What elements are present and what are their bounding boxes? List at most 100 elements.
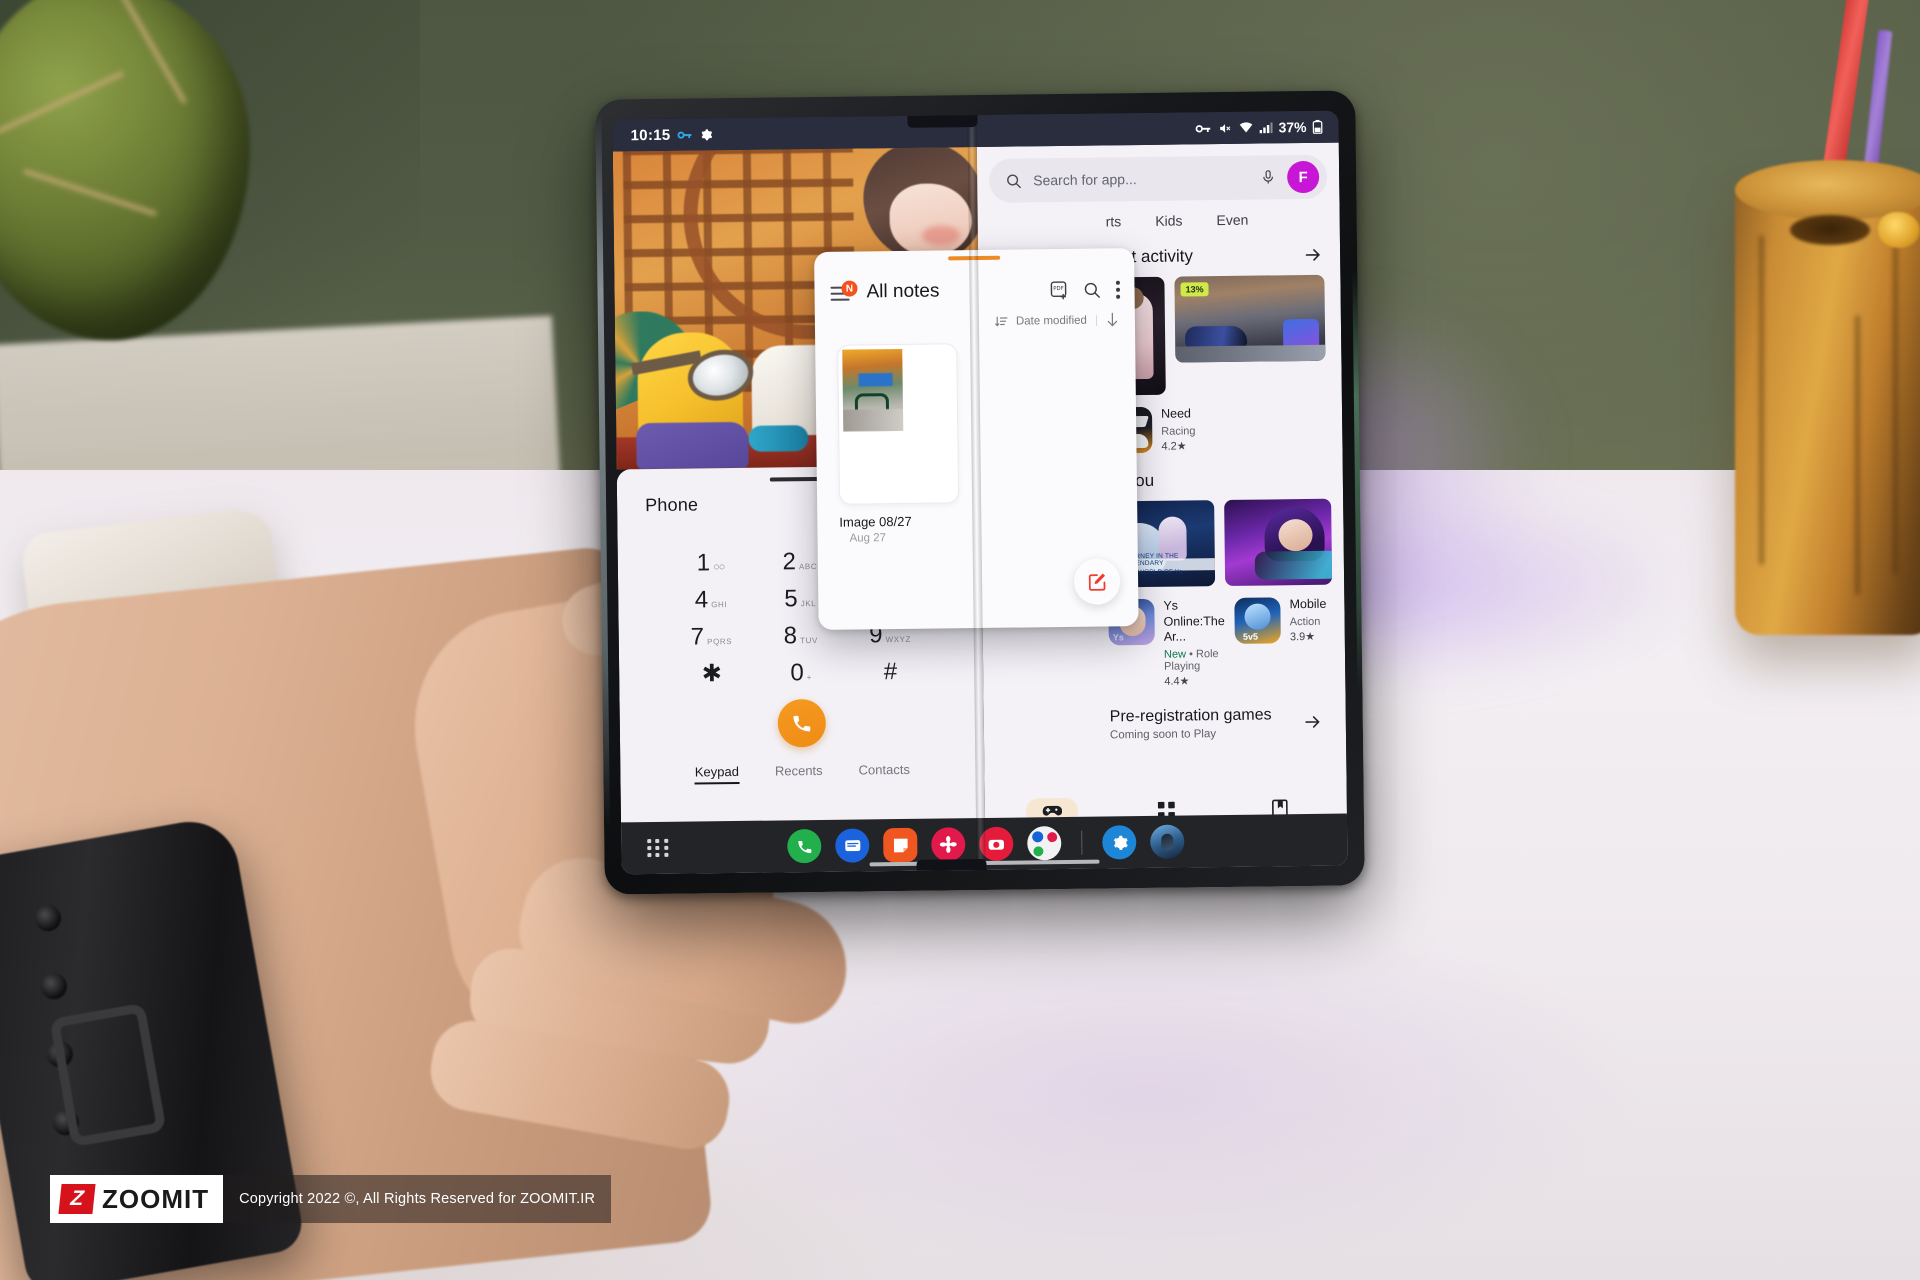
camera-app-icon[interactable] (979, 826, 1014, 862)
call-button[interactable] (777, 698, 827, 748)
overflow-menu-icon[interactable] (1115, 280, 1121, 299)
search-placeholder: Search for app... (1033, 171, 1137, 189)
character-face (889, 183, 973, 257)
mute-icon (1217, 121, 1232, 134)
microphone-icon[interactable] (1260, 168, 1276, 186)
app-rating-value: 4.2 (1161, 440, 1177, 453)
phone-screen[interactable]: 10:15 37% Phone 1 ○○ 2 ABC 4 GHI 5 JKL 7… (612, 110, 1348, 875)
notes-floating-window[interactable]: N All notes PDF Date modified | Image 08… (814, 248, 1139, 630)
dial-key-letters: PQRS (707, 637, 733, 647)
dial-key[interactable]: # (846, 658, 936, 685)
notes-sort-control[interactable]: Date modified | (815, 300, 1135, 331)
wifi-icon (1238, 122, 1253, 134)
blue-rolls-prop (748, 425, 809, 452)
pen-holder-hole (1790, 215, 1870, 245)
phone-app-icon[interactable] (787, 828, 822, 864)
gold-ornament (1878, 212, 1920, 248)
taskbar-apps (787, 824, 1185, 864)
app-rating: 3.9★ (1289, 630, 1316, 643)
dial-key[interactable]: 0 + (756, 659, 846, 686)
vpn-key-icon (1195, 123, 1211, 134)
battery-percent: 37% (1278, 118, 1307, 136)
app-name: Need (1160, 406, 1192, 421)
dial-key-letters: TUV (800, 635, 818, 646)
compose-note-icon[interactable] (1073, 558, 1121, 605)
app-rating-value: 4.4 (1164, 675, 1180, 688)
app-category: New • Role Playing (1163, 647, 1219, 673)
minion-overalls (636, 421, 749, 470)
dial-key-number: 8 (783, 622, 798, 650)
app-rating-value: 3.9 (1289, 630, 1306, 643)
search-icon[interactable] (1082, 280, 1101, 299)
note-card[interactable] (837, 343, 960, 505)
app-drawer-icon[interactable] (647, 838, 669, 858)
dial-key-number: 4 (694, 586, 709, 614)
tab-kids[interactable]: Kids (1155, 213, 1182, 229)
tab-keypad[interactable]: Keypad (694, 763, 740, 785)
watermark-copyright: Copyright 2022 ©, All Rights Reserved fo… (223, 1175, 612, 1223)
window-drag-handle[interactable] (948, 255, 1001, 261)
thumbnail-pavement (842, 408, 904, 432)
banner-item[interactable] (1224, 498, 1333, 587)
dial-key-letters: ABC (798, 561, 818, 572)
tab-sports[interactable]: rts (1106, 213, 1122, 229)
dial-key-number: 2 (782, 548, 797, 576)
app-rating: 4.2★ (1161, 440, 1187, 453)
tab-contacts[interactable]: Contacts (859, 762, 911, 783)
folder-app-icon[interactable] (1027, 826, 1062, 861)
app-rating: 4.4★ (1164, 675, 1190, 688)
app-name: Mobile (1289, 596, 1327, 612)
dial-key-letters: + (806, 673, 813, 683)
thumbnail-blue-van (858, 373, 893, 387)
dial-key-letters: WXYZ (885, 634, 912, 645)
arrow-right-icon[interactable] (1302, 712, 1324, 732)
dial-key[interactable]: 1 ○○ (666, 549, 756, 577)
search-icon (1005, 172, 1022, 189)
status-bar-right: 37% (1195, 118, 1323, 137)
banner-item[interactable]: 13% (1174, 274, 1326, 363)
dial-key[interactable]: 4 GHI (666, 586, 756, 614)
note-date: Aug 27 (849, 532, 887, 545)
sort-label: Date modified (1015, 314, 1087, 328)
app-new-badge: New (1163, 648, 1187, 661)
search-input[interactable]: Search for app... F (988, 154, 1328, 203)
gear-icon (699, 128, 713, 141)
dial-key-number: 1 (696, 549, 711, 577)
watermark-logo: Z ZOOMIT (50, 1175, 224, 1223)
gallery-app-icon[interactable] (931, 827, 966, 862)
arrow-down-icon[interactable] (1106, 312, 1119, 327)
pen-holder-top (1735, 160, 1920, 220)
pre-registration-section[interactable]: Pre-registration games Coming soon to Pl… (983, 685, 1346, 742)
settings-app-icon[interactable] (1102, 825, 1137, 860)
game-app-icon[interactable] (1150, 824, 1185, 859)
foldable-phone: 10:15 37% Phone 1 ○○ 2 ABC 4 GHI 5 JKL 7… (595, 90, 1365, 895)
play-store-tab-bar: rts Kids Even (977, 199, 1339, 231)
phone-tab-bar: Keypad Recents Contacts (620, 761, 984, 785)
section-title: Pre-registration games (1109, 706, 1272, 726)
pdf-add-icon[interactable]: PDF (1048, 280, 1068, 300)
arrow-right-icon[interactable] (1302, 245, 1324, 265)
zoomit-logo-mark: Z (58, 1184, 96, 1214)
avatar[interactable]: F (1286, 160, 1320, 194)
dial-key-number: 5 (784, 585, 798, 613)
messages-app-icon[interactable] (835, 828, 870, 863)
dial-key-number: ✱ (701, 660, 723, 688)
svg-text:PDF: PDF (1053, 286, 1064, 292)
vpn-key-icon (677, 129, 692, 140)
photo-scene: 10:15 37% Phone 1 ○○ 2 ABC 4 GHI 5 JKL 7… (0, 0, 1920, 1280)
notes-badge: N (841, 280, 858, 297)
status-time: 10:15 (630, 126, 671, 144)
taskbar-divider (1081, 830, 1083, 855)
dial-key[interactable]: 7 PQRS (667, 623, 757, 650)
dial-key-letters: GHI (711, 600, 728, 610)
dial-key-letters: JKL (800, 599, 817, 609)
tab-events[interactable]: Even (1216, 212, 1248, 228)
signal-icon (1259, 121, 1273, 134)
dial-key[interactable]: ✱ (667, 660, 757, 688)
notes-app-icon[interactable] (883, 827, 918, 863)
discount-badge: 13% (1180, 282, 1209, 297)
hamburger-icon[interactable]: N (830, 280, 858, 302)
app-category: Racing (1161, 424, 1196, 438)
tab-recents[interactable]: Recents (775, 763, 823, 784)
app-list-item[interactable]: 5v5 Mobile Action 3.9★ (1234, 597, 1332, 644)
